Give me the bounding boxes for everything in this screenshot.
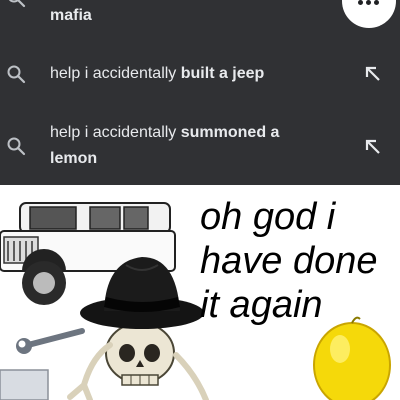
suggestion-row-mafia[interactable]: mafia <box>0 0 400 36</box>
search-icon <box>7 137 26 156</box>
suggestion-suffix: lemon <box>50 150 98 167</box>
suggestion-prefix: help i accidentally <box>50 124 181 141</box>
autocomplete-dropdown: mafia help i accidentally built a jeep h… <box>0 0 400 185</box>
search-icon <box>7 65 26 84</box>
more-dot <box>366 0 371 5</box>
meme-caption: oh god i have done it again <box>200 195 400 327</box>
lemon-illustration <box>313 316 391 400</box>
caption-line: have done <box>200 240 378 282</box>
suggestion-text: help i accidentally built a jeep <box>50 61 350 87</box>
caption-line: oh god i <box>200 196 336 238</box>
meme-image: oh god i have done it again <box>0 185 400 400</box>
search-icon <box>8 0 26 8</box>
suggestion-bold: summoned a <box>180 124 280 141</box>
suggestion-bold: built a jeep <box>180 65 265 82</box>
skeleton-illustration <box>0 322 209 400</box>
suggestion-row-jeep[interactable]: help i accidentally built a jeep <box>0 52 400 96</box>
fill-query-arrow-icon[interactable] <box>364 65 382 83</box>
wrench-illustration <box>16 328 85 354</box>
suggestion-text: mafia <box>50 3 350 29</box>
fill-query-arrow-icon[interactable] <box>364 138 382 156</box>
suggestion-suffix: mafia <box>50 7 92 24</box>
more-dot <box>374 0 379 5</box>
suggestion-prefix: help i accidentally <box>50 65 181 82</box>
suggestion-text: help i accidentally summoned a lemon <box>50 120 350 172</box>
caption-line: it again <box>200 284 323 326</box>
more-dot <box>358 0 363 5</box>
suggestion-row-lemon[interactable]: help i accidentally summoned a lemon <box>0 114 400 176</box>
